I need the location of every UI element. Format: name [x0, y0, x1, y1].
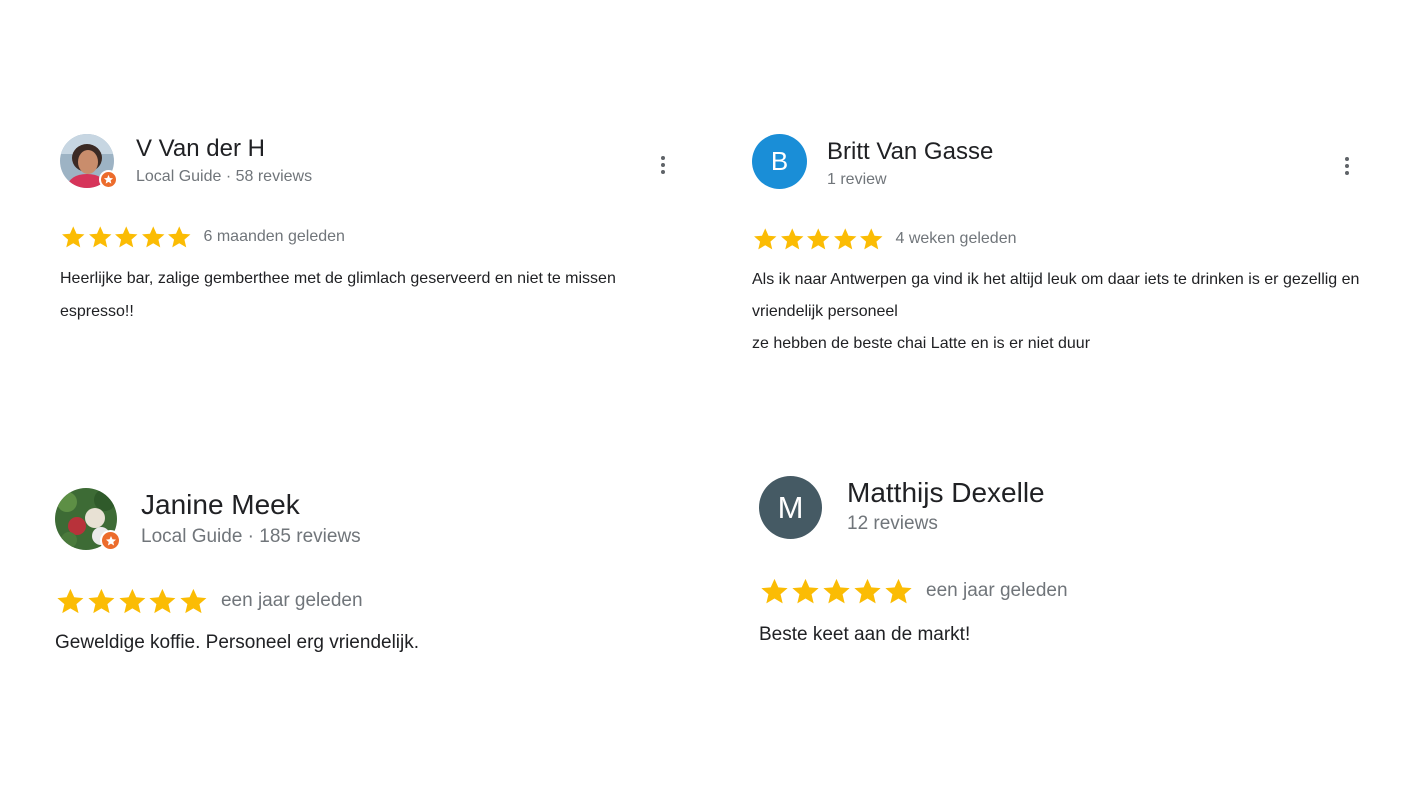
review-date: een jaar geleden: [220, 590, 363, 611]
star-icon: [140, 224, 167, 251]
reviewer-name[interactable]: Matthijs Dexelle: [847, 476, 1045, 510]
star-icon: [55, 586, 86, 617]
rating-row: 4 weken geleden: [752, 226, 1362, 252]
review-text: Als ik naar Antwerpen ga vind ik het alt…: [752, 271, 1360, 352]
review-header: V Van der H Local Guide · 58 reviews: [60, 134, 680, 189]
reviewer-meta: 1 review: [827, 171, 887, 188]
star-rating: [60, 224, 193, 251]
more-vert-icon: [661, 156, 665, 160]
review-header: Janine Meek Local Guide · 185 reviews: [55, 488, 675, 551]
more-vert-icon-dot: [1345, 164, 1349, 168]
star-icon: [166, 224, 193, 251]
review-date: 4 weken geleden: [895, 230, 1017, 247]
star-icon: [832, 226, 859, 253]
reviewer-meta: Local Guide · 58 reviews: [136, 168, 313, 185]
rating-row: een jaar geleden: [759, 576, 1379, 606]
more-options-button[interactable]: [651, 153, 675, 177]
more-vert-icon-dot: [661, 163, 665, 167]
more-options-button[interactable]: [1335, 154, 1359, 178]
review-card: Janine Meek Local Guide · 185 reviews ee…: [55, 488, 675, 656]
reviewer-meta: Local Guide · 185 reviews: [141, 526, 361, 547]
reviewer-info: Janine Meek Local Guide · 185 reviews: [141, 488, 361, 550]
review-text: Geweldige koffie. Personeel erg vriendel…: [55, 632, 420, 653]
review-date: 6 maanden geleden: [203, 228, 345, 245]
reviewer-name[interactable]: V Van der H: [136, 134, 312, 164]
star-icon: [821, 576, 852, 607]
reviewer-name[interactable]: Britt Van Gasse: [827, 137, 993, 167]
review-text: Heerlijke bar, zalige gemberthee met de …: [60, 270, 616, 320]
avatar-letter: M: [759, 476, 822, 539]
avatar[interactable]: [60, 134, 118, 189]
star-icon: [883, 576, 914, 607]
reviewer-info: Matthijs Dexelle 12 reviews: [847, 476, 1045, 537]
star-icon: [113, 224, 140, 251]
review-date: een jaar geleden: [926, 580, 1068, 601]
star-icon: [759, 576, 790, 607]
star-icon: [86, 586, 117, 617]
star-icon: [60, 224, 87, 251]
review-header: B Britt Van Gasse 1 review: [752, 134, 1362, 191]
star-icon: [779, 226, 806, 253]
local-guide-badge-icon: [100, 530, 121, 551]
reviewer-name[interactable]: Janine Meek: [141, 488, 361, 522]
avatar[interactable]: B: [752, 134, 807, 189]
review-card: M Matthijs Dexelle 12 reviews een jaar g…: [759, 476, 1379, 648]
star-icon: [87, 224, 114, 251]
avatar[interactable]: M: [759, 476, 822, 539]
star-rating: [759, 576, 914, 607]
star-icon: [790, 576, 821, 607]
avatar-letter: B: [752, 134, 807, 189]
reviewer-info: V Van der H Local Guide · 58 reviews: [136, 134, 312, 188]
reviewer-meta: 12 reviews: [847, 513, 938, 534]
more-vert-icon-dot: [1345, 171, 1349, 175]
rating-row: een jaar geleden: [55, 586, 675, 616]
local-guide-badge-icon: [99, 170, 118, 189]
more-vert-icon-dot: [661, 170, 665, 174]
review-card: B Britt Van Gasse 1 review 4 weken geled…: [752, 134, 1362, 360]
star-icon: [852, 576, 883, 607]
rating-row: 6 maanden geleden: [60, 224, 680, 250]
avatar[interactable]: [55, 488, 121, 551]
star-icon: [117, 586, 148, 617]
review-text: Beste keet aan de markt!: [759, 624, 971, 645]
star-icon: [805, 226, 832, 253]
star-icon: [858, 226, 885, 253]
reviews-page: V Van der H Local Guide · 58 reviews 6 m…: [0, 0, 1422, 800]
star-icon: [752, 226, 779, 253]
star-rating: [55, 586, 209, 617]
star-rating: [752, 226, 885, 253]
star-icon: [178, 586, 209, 617]
review-header: M Matthijs Dexelle 12 reviews: [759, 476, 1379, 539]
review-card: V Van der H Local Guide · 58 reviews 6 m…: [60, 134, 680, 328]
star-icon: [147, 586, 178, 617]
reviewer-info: Britt Van Gasse 1 review: [827, 134, 993, 191]
more-vert-icon: [1345, 157, 1349, 161]
